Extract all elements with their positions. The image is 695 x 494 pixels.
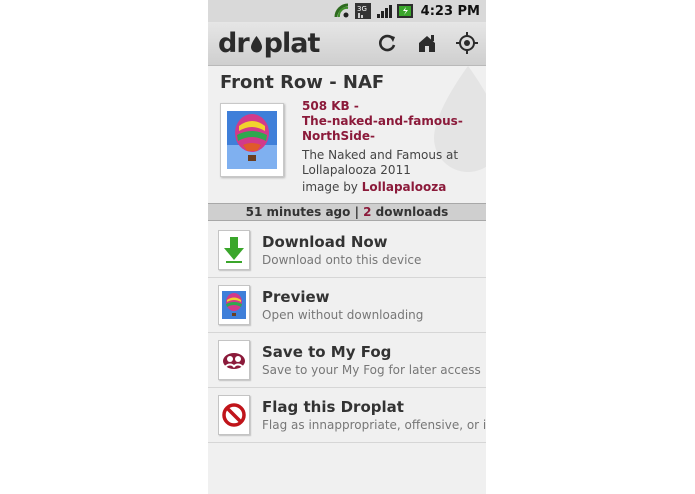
home-icon [419, 35, 435, 52]
action-title: Preview [262, 288, 330, 306]
action-subtitle: Download onto this device [262, 253, 422, 267]
fog-icon [218, 340, 250, 380]
logo-text-right: plat [263, 28, 321, 59]
action-subtitle: Save to your My Fog for later access [262, 363, 481, 377]
status-bar: 3G 4:23 PM [208, 0, 486, 22]
file-name-line: 508 KB - The-naked-and-famous-NorthSide- [302, 99, 474, 144]
action-text: Download Now Download onto this device [262, 233, 421, 267]
downloads-label: downloads [371, 205, 449, 219]
file-size: 508 KB [302, 99, 350, 113]
author-line: image by Lollapalooza [302, 180, 474, 195]
action-text: Preview Open without downloading [262, 288, 423, 322]
action-title: Download Now [262, 233, 388, 251]
action-subtitle: Flag as innappropriate, offensive, or il… [262, 418, 486, 432]
file-name: The-naked-and-famous-NorthSide- [302, 114, 463, 143]
time-ago: 51 minutes ago [245, 205, 351, 219]
file-description: The Naked and Famous at Lollapalooza 201… [302, 148, 459, 177]
hot-air-balloon-image-icon [227, 111, 277, 169]
refresh-icon [379, 34, 396, 52]
flag-icon [218, 395, 250, 435]
logo-text-left: dr [218, 28, 250, 59]
action-text: Flag this Droplat Flag as innappropriate… [262, 398, 486, 432]
home-button[interactable] [414, 30, 440, 56]
droplet-title: Front Row - NAF [220, 72, 385, 93]
flag-droplat-button[interactable]: Flag this Droplat Flag as innappropriate… [208, 388, 486, 443]
cell-signal-icon [376, 3, 392, 19]
action-text: Save to My Fog Save to your My Fog for l… [262, 343, 481, 377]
meta-separator: | [350, 205, 364, 219]
svg-text:3G: 3G [357, 5, 367, 13]
name-separator: - [349, 99, 359, 113]
download-count: 2 [363, 205, 372, 219]
locate-button[interactable] [454, 30, 480, 56]
locate-icon [456, 32, 478, 54]
preview-icon [218, 285, 250, 325]
app-bar: dr plat [208, 22, 486, 66]
meta-bar: 51 minutes ago | 2 downloads [208, 203, 486, 221]
author-link[interactable]: Lollapalooza [362, 180, 447, 194]
file-info: 508 KB - The-naked-and-famous-NorthSide-… [302, 99, 474, 195]
action-title: Flag this Droplat [262, 398, 404, 416]
download-now-button[interactable]: Download Now Download onto this device [208, 223, 486, 278]
action-subtitle: Open without downloading [262, 308, 424, 322]
file-card: 508 KB - The-naked-and-famous-NorthSide-… [208, 93, 486, 195]
action-list: Download Now Download onto this device P… [208, 223, 486, 443]
action-title: Save to My Fog [262, 343, 392, 361]
signal-arc-icon [334, 3, 350, 19]
preview-button[interactable]: Preview Open without downloading [208, 278, 486, 333]
download-icon [218, 230, 250, 270]
refresh-button[interactable] [374, 30, 400, 56]
status-time: 4:23 PM [420, 3, 480, 19]
drop-icon [250, 29, 263, 53]
image-thumbnail[interactable] [220, 103, 284, 177]
phone-screen: 3G 4:23 PM dr plat Front Row - NAF 508 K… [208, 0, 486, 494]
author-prefix: image by [302, 180, 362, 194]
app-bar-actions [374, 30, 480, 56]
save-to-my-fog-button[interactable]: Save to My Fog Save to your My Fog for l… [208, 333, 486, 388]
battery-icon [396, 3, 413, 19]
network-3g-icon: 3G [354, 3, 371, 19]
droplet-detail: Front Row - NAF 508 KB - The-naked-and-f… [208, 66, 486, 443]
droplat-logo[interactable]: dr plat [218, 28, 321, 59]
